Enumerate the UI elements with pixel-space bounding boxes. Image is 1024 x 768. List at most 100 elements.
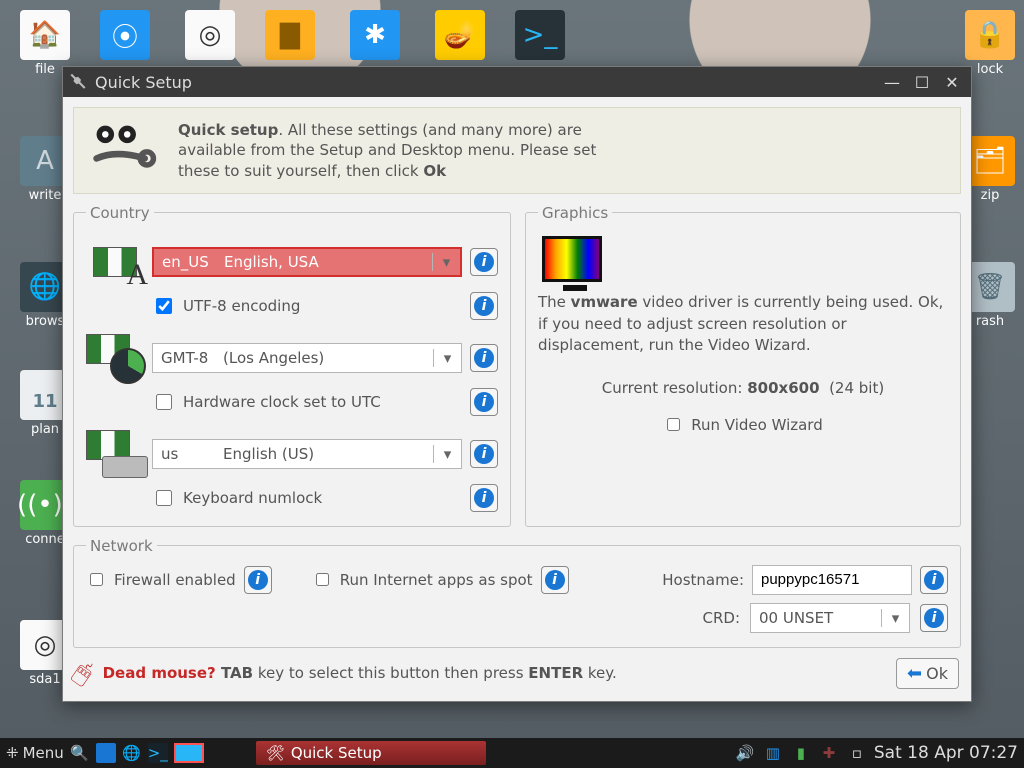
locale-icon: A xyxy=(86,238,144,286)
kb-code: us xyxy=(153,445,223,463)
utf8-checkbox[interactable] xyxy=(156,298,172,314)
taskbar-terminal-icon[interactable]: >_ xyxy=(148,743,168,763)
menu-label: Menu xyxy=(23,744,64,762)
info-icon: i xyxy=(474,444,494,464)
volume-icon[interactable]: 🔊 xyxy=(736,744,754,762)
lamp-icon: 🪔 xyxy=(435,10,485,60)
chevron-down-icon: ▾ xyxy=(432,253,460,271)
utf8-label: UTF-8 encoding xyxy=(183,297,300,315)
crd-select[interactable]: 00 UNSET ▾ xyxy=(750,603,910,633)
info-icon: i xyxy=(474,488,494,508)
graphics-legend: Graphics xyxy=(538,204,612,222)
menu-icon: ⁜ xyxy=(6,744,19,762)
maximize-button[interactable]: ☐ xyxy=(909,71,935,93)
task-label: Quick Setup xyxy=(291,744,382,762)
firewall-checkbox[interactable] xyxy=(90,573,103,586)
network-tray-icon[interactable]: ▫ xyxy=(848,744,866,762)
info-icon: i xyxy=(474,392,494,412)
disk-icon: ◎ xyxy=(185,10,235,60)
info-icon: i xyxy=(474,296,494,316)
timezone-info-button[interactable]: i xyxy=(470,344,498,372)
hwclock-label: Hardware clock set to UTC xyxy=(183,393,381,411)
crd-value: 00 UNSET xyxy=(751,609,881,627)
window-title: Quick Setup xyxy=(95,73,192,92)
spot-label: Run Internet apps as spot xyxy=(340,571,533,589)
firewall-info-button[interactable]: i xyxy=(244,566,272,594)
graphics-group: Graphics The vmware video driver is curr… xyxy=(525,204,961,527)
locale-code: en_US xyxy=(154,253,224,271)
crd-info-button[interactable]: i xyxy=(920,604,948,632)
taskbar-clock[interactable]: Sat 18 Apr 07:27 xyxy=(874,743,1018,763)
menu-button[interactable]: ⁜ Menu xyxy=(6,744,64,762)
graphics-text: The vmware video driver is currently bei… xyxy=(538,292,948,357)
info-icon: i xyxy=(545,570,565,590)
chevron-down-icon: ▾ xyxy=(881,609,909,627)
wrench-icon: 🛠 xyxy=(266,744,285,762)
utf8-info-button[interactable]: i xyxy=(470,292,498,320)
timezone-select[interactable]: GMT-8 (Los Angeles) ▾ xyxy=(152,343,462,373)
terminal-icon: >_ xyxy=(515,10,565,60)
task-quick-setup[interactable]: 🛠 Quick Setup xyxy=(256,741,486,765)
archive-icon: 🗂 xyxy=(965,136,1015,186)
hwclock-checkbox[interactable] xyxy=(156,394,172,410)
wrench-icon xyxy=(69,73,87,91)
graphics-resolution: Current resolution: 800x600 (24 bit) xyxy=(538,379,948,397)
country-group: Country A en_US English, USA ▾ i UTF-8 e… xyxy=(73,204,511,527)
info-icon: i xyxy=(474,252,494,272)
arrow-left-icon: ⬅ xyxy=(907,663,922,684)
launcher-setup[interactable]: ◎ xyxy=(180,10,240,62)
locale-select[interactable]: en_US English, USA ▾ xyxy=(152,247,462,277)
search-icon[interactable]: 🔍 xyxy=(70,743,90,763)
video-wizard-checkbox[interactable] xyxy=(667,418,680,431)
home-icon: 🏠 xyxy=(20,10,70,60)
taskbar-globe-icon[interactable]: 🌐 xyxy=(122,743,142,763)
tz-label: (Los Angeles) xyxy=(223,349,433,367)
launcher-edit[interactable]: ✱ xyxy=(345,10,405,62)
launcher-term[interactable]: >_ xyxy=(510,10,570,62)
monitor-icon xyxy=(542,236,602,282)
mascot-icon xyxy=(90,120,160,175)
tray-windows-icon[interactable]: ▥ xyxy=(764,744,782,762)
lifebuoy-icon: ⦿ xyxy=(100,10,150,60)
trash-icon: 🗑 xyxy=(965,262,1015,312)
keyboard-select[interactable]: us English (US) ▾ xyxy=(152,439,462,469)
locale-info-button[interactable]: i xyxy=(470,248,498,276)
footer-hint: Dead mouse? TAB key to select this butto… xyxy=(103,664,884,684)
video-wizard-label: Run Video Wizard xyxy=(691,416,822,434)
quick-setup-window: Quick Setup — ☐ ✕ Quick setup. All these… xyxy=(62,66,972,702)
minimize-button[interactable]: — xyxy=(879,71,905,93)
info-icon: i xyxy=(924,608,944,628)
hostname-info-button[interactable]: i xyxy=(920,566,948,594)
titlebar[interactable]: Quick Setup — ☐ ✕ xyxy=(63,67,971,97)
ok-button[interactable]: ⬅ Ok xyxy=(896,658,959,689)
numlock-checkbox[interactable] xyxy=(156,490,172,506)
tz-code: GMT-8 xyxy=(153,349,223,367)
spot-checkbox[interactable] xyxy=(316,573,329,586)
crd-label: CRD: xyxy=(703,609,741,627)
hwclock-info-button[interactable]: i xyxy=(470,388,498,416)
shield-icon[interactable]: ✚ xyxy=(820,744,838,762)
close-button[interactable]: ✕ xyxy=(939,71,965,93)
show-desktop-icon[interactable] xyxy=(96,743,116,763)
battery-icon[interactable]: ▮ xyxy=(792,744,810,762)
network-legend: Network xyxy=(86,537,157,555)
hostname-input[interactable] xyxy=(752,565,912,595)
info-icon: i xyxy=(248,570,268,590)
workspace-thumb[interactable] xyxy=(174,743,204,763)
network-group: Network Firewall enabled i Run Internet … xyxy=(73,537,961,648)
keyboard-info-button[interactable]: i xyxy=(470,440,498,468)
lock-icon: 🔒 xyxy=(965,10,1015,60)
ok-button-label: Ok xyxy=(926,664,948,683)
mouse-icon: 🖱 xyxy=(68,656,99,690)
launcher-lamp[interactable]: 🪔 xyxy=(430,10,490,62)
spot-info-button[interactable]: i xyxy=(541,566,569,594)
launcher-help[interactable]: ⦿ xyxy=(95,10,155,62)
info-icon: i xyxy=(924,570,944,590)
numlock-info-button[interactable]: i xyxy=(470,484,498,512)
intro-text: Quick setup. All these settings (and man… xyxy=(178,120,598,181)
chevron-down-icon: ▾ xyxy=(433,445,461,463)
intro-banner: Quick setup. All these settings (and man… xyxy=(73,107,961,194)
keyboard-icon xyxy=(86,430,144,478)
launcher-install[interactable]: ▇ xyxy=(260,10,320,62)
info-icon: i xyxy=(474,348,494,368)
